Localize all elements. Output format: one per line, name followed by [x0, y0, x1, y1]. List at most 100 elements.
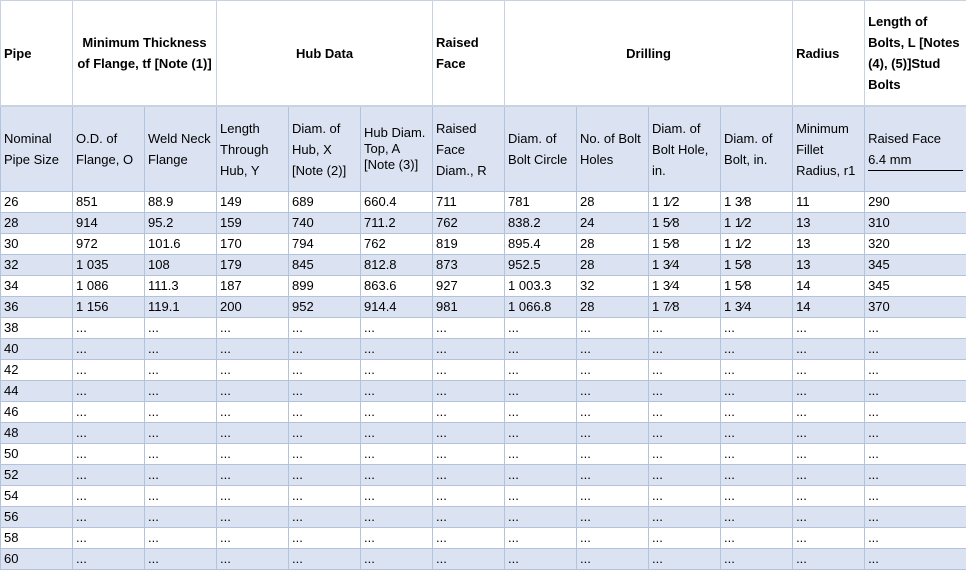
col-fillet-radius[interactable]: Minimum Fillet Radius, r1: [792, 105, 866, 192]
cell-hub-diam-top[interactable]: ...: [359, 317, 434, 339]
cell-diam-bolt[interactable]: ...: [720, 443, 794, 465]
cell-diam-bolt-hole[interactable]: 1 7⁄8: [648, 296, 722, 318]
cell-raised-face-diam[interactable]: ...: [432, 464, 506, 486]
cell-hub-diam-top[interactable]: 812.8: [359, 254, 434, 276]
cell-length-through-hub[interactable]: 149: [216, 191, 289, 213]
cell-diam-bolt-hole[interactable]: 1 3⁄4: [648, 254, 722, 276]
cell-diam-bolt-hole[interactable]: ...: [648, 548, 722, 570]
cell-no-bolt-holes[interactable]: ...: [576, 338, 650, 360]
cell-diam-bolt[interactable]: ...: [720, 338, 794, 360]
header-raised-face[interactable]: Raised Face: [432, 0, 506, 107]
cell-bolt-circle[interactable]: ...: [504, 401, 578, 423]
cell-diam-hub[interactable]: 740: [288, 212, 361, 234]
cell-bolt-circle[interactable]: 895.4: [504, 233, 578, 255]
cell-od-flange[interactable]: ...: [72, 527, 145, 549]
cell-bolt-circle[interactable]: ...: [504, 485, 578, 507]
cell-no-bolt-holes[interactable]: ...: [576, 443, 650, 465]
cell-fillet-radius[interactable]: 14: [792, 275, 866, 297]
cell-hub-diam-top[interactable]: 914.4: [359, 296, 434, 318]
cell-diam-bolt-hole[interactable]: ...: [648, 464, 722, 486]
cell-raised-face-mm[interactable]: ...: [864, 359, 966, 381]
col-weld-neck[interactable]: Weld Neck Flange: [144, 105, 217, 192]
cell-hub-diam-top[interactable]: ...: [359, 338, 434, 360]
cell-hub-diam-top[interactable]: ...: [359, 422, 434, 444]
cell-raised-face-diam[interactable]: ...: [432, 443, 506, 465]
cell-length-through-hub[interactable]: ...: [216, 359, 289, 381]
cell-bolt-circle[interactable]: ...: [504, 338, 578, 360]
cell-weld-neck[interactable]: 95.2: [144, 212, 217, 234]
cell-no-bolt-holes[interactable]: ...: [576, 401, 650, 423]
header-bolt-length[interactable]: Length of Bolts, L [Notes (4), (5)]Stud …: [864, 0, 966, 107]
cell-od-flange[interactable]: ...: [72, 401, 145, 423]
cell-od-flange[interactable]: 1 156: [72, 296, 145, 318]
header-radius[interactable]: Radius: [792, 0, 866, 107]
cell-diam-bolt-hole[interactable]: ...: [648, 338, 722, 360]
cell-no-bolt-holes[interactable]: ...: [576, 422, 650, 444]
col-hub-diam-top[interactable]: Hub Diam. Top, A [Note (3)]: [359, 105, 434, 192]
cell-hub-diam-top[interactable]: 762: [359, 233, 434, 255]
cell-nominal-pipe-size[interactable]: 44: [0, 380, 73, 402]
cell-raised-face-mm[interactable]: 345: [864, 254, 966, 276]
cell-raised-face-diam[interactable]: 819: [432, 233, 506, 255]
cell-length-through-hub[interactable]: ...: [216, 380, 289, 402]
cell-fillet-radius[interactable]: ...: [792, 422, 866, 444]
cell-weld-neck[interactable]: ...: [144, 443, 217, 465]
cell-od-flange[interactable]: ...: [72, 506, 145, 528]
cell-length-through-hub[interactable]: 170: [216, 233, 289, 255]
cell-raised-face-diam[interactable]: 873: [432, 254, 506, 276]
cell-fillet-radius[interactable]: 13: [792, 254, 866, 276]
cell-diam-bolt-hole[interactable]: ...: [648, 527, 722, 549]
cell-bolt-circle[interactable]: ...: [504, 380, 578, 402]
cell-fillet-radius[interactable]: ...: [792, 359, 866, 381]
cell-fillet-radius[interactable]: ...: [792, 401, 866, 423]
cell-bolt-circle[interactable]: ...: [504, 506, 578, 528]
cell-diam-hub[interactable]: 952: [288, 296, 361, 318]
cell-diam-hub[interactable]: ...: [288, 401, 361, 423]
cell-no-bolt-holes[interactable]: ...: [576, 548, 650, 570]
cell-weld-neck[interactable]: ...: [144, 485, 217, 507]
cell-diam-bolt-hole[interactable]: ...: [648, 359, 722, 381]
cell-fillet-radius[interactable]: 11: [792, 191, 866, 213]
cell-raised-face-diam[interactable]: ...: [432, 527, 506, 549]
cell-fillet-radius[interactable]: ...: [792, 338, 866, 360]
cell-raised-face-mm[interactable]: ...: [864, 506, 966, 528]
cell-diam-bolt[interactable]: ...: [720, 506, 794, 528]
cell-raised-face-diam[interactable]: ...: [432, 338, 506, 360]
cell-length-through-hub[interactable]: 200: [216, 296, 289, 318]
cell-diam-bolt-hole[interactable]: 1 3⁄4: [648, 275, 722, 297]
cell-bolt-circle[interactable]: 1 066.8: [504, 296, 578, 318]
cell-nominal-pipe-size[interactable]: 36: [0, 296, 73, 318]
cell-fillet-radius[interactable]: ...: [792, 443, 866, 465]
cell-nominal-pipe-size[interactable]: 46: [0, 401, 73, 423]
cell-no-bolt-holes[interactable]: 24: [576, 212, 650, 234]
cell-no-bolt-holes[interactable]: ...: [576, 506, 650, 528]
cell-od-flange[interactable]: ...: [72, 317, 145, 339]
cell-length-through-hub[interactable]: 179: [216, 254, 289, 276]
cell-raised-face-mm[interactable]: ...: [864, 548, 966, 570]
cell-od-flange[interactable]: ...: [72, 359, 145, 381]
cell-nominal-pipe-size[interactable]: 26: [0, 191, 73, 213]
cell-raised-face-diam[interactable]: 927: [432, 275, 506, 297]
cell-fillet-radius[interactable]: ...: [792, 380, 866, 402]
cell-hub-diam-top[interactable]: ...: [359, 485, 434, 507]
cell-raised-face-mm[interactable]: ...: [864, 422, 966, 444]
cell-raised-face-diam[interactable]: ...: [432, 380, 506, 402]
cell-nominal-pipe-size[interactable]: 28: [0, 212, 73, 234]
cell-fillet-radius[interactable]: ...: [792, 317, 866, 339]
cell-diam-bolt[interactable]: ...: [720, 485, 794, 507]
cell-hub-diam-top[interactable]: ...: [359, 401, 434, 423]
cell-diam-hub[interactable]: ...: [288, 422, 361, 444]
cell-weld-neck[interactable]: ...: [144, 506, 217, 528]
cell-nominal-pipe-size[interactable]: 34: [0, 275, 73, 297]
cell-no-bolt-holes[interactable]: ...: [576, 527, 650, 549]
cell-diam-bolt[interactable]: ...: [720, 527, 794, 549]
cell-nominal-pipe-size[interactable]: 56: [0, 506, 73, 528]
cell-od-flange[interactable]: ...: [72, 548, 145, 570]
cell-od-flange[interactable]: 914: [72, 212, 145, 234]
cell-diam-bolt[interactable]: 1 3⁄4: [720, 296, 794, 318]
cell-length-through-hub[interactable]: 187: [216, 275, 289, 297]
col-diam-bolt[interactable]: Diam. of Bolt, in.: [720, 105, 794, 192]
cell-diam-hub[interactable]: 689: [288, 191, 361, 213]
cell-diam-bolt[interactable]: ...: [720, 359, 794, 381]
cell-diam-bolt[interactable]: 1 5⁄8: [720, 275, 794, 297]
